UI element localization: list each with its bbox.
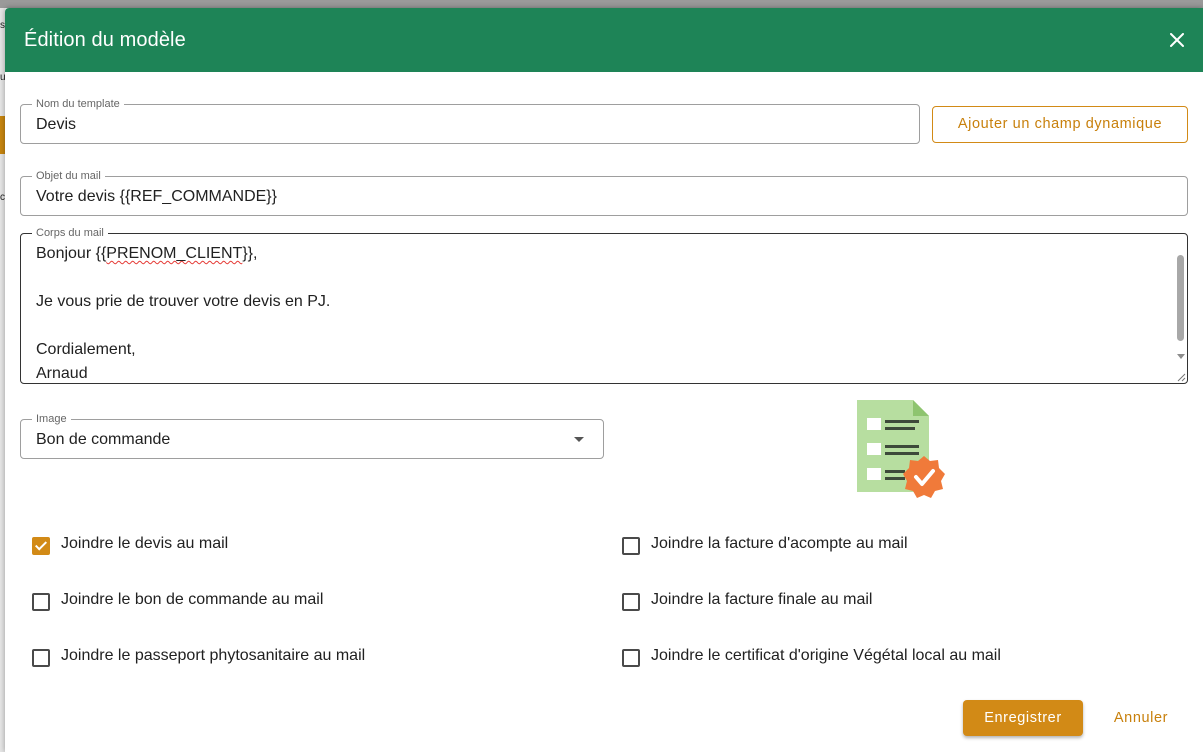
save-button[interactable]: Enregistrer [963, 700, 1083, 736]
textarea-scrollbar-thumb[interactable] [1177, 255, 1184, 341]
add-dynamic-field-button[interactable]: Ajouter un champ dynamique [932, 106, 1188, 143]
mail-subject-value: Votre devis {{REF_COMMANDE}} [36, 188, 277, 205]
mail-body-line: Je vous prie de trouver votre devis en P… [36, 293, 331, 310]
close-button[interactable] [1161, 24, 1193, 56]
attach-order-form-label: Joindre le bon de commande au mail [61, 591, 324, 608]
image-select[interactable]: Image Bon de commande [20, 412, 604, 459]
mail-body-label: Corps du mail [32, 226, 108, 240]
image-select-label: Image [32, 412, 71, 426]
checkbox-unchecked-icon [622, 593, 640, 611]
attach-phyto-passport-label: Joindre le passeport phytosanitaire au m… [61, 647, 366, 664]
attach-deposit-invoice-label: Joindre la facture d'acompte au mail [651, 535, 908, 552]
misspelled-token: PRENOM_CLIENT [106, 245, 243, 262]
close-icon [1170, 33, 1184, 47]
mail-body-line [36, 316, 330, 340]
resize-handle-icon[interactable] [1175, 371, 1186, 382]
checkbox-checked-icon [32, 537, 50, 555]
checkbox-unchecked-icon [32, 649, 50, 667]
mail-body-text: Bonjour {{ [36, 245, 107, 262]
mail-body-line: Bonjour {{PRENOM_CLIENT}}, [36, 244, 330, 268]
template-name-field[interactable]: Nom du template Devis [20, 97, 920, 144]
template-name-value: Devis [36, 116, 77, 133]
mail-body-line [36, 268, 330, 292]
dropdown-arrow-icon [574, 437, 584, 442]
template-name-label: Nom du template [32, 97, 124, 111]
mail-body-line: Cordialement, [36, 341, 136, 358]
order-document-check-icon [857, 400, 945, 498]
mail-body-textarea[interactable]: Corps du mail Bonjour {{PRENOM_CLIENT}},… [20, 226, 1188, 384]
checkbox-unchecked-icon [622, 649, 640, 667]
cancel-button[interactable]: Annuler [1100, 700, 1182, 736]
mail-body-text: }}, [242, 245, 258, 262]
mail-subject-label: Objet du mail [32, 169, 105, 183]
edit-template-dialog: Édition du modèle Nom du template Devis … [5, 8, 1203, 752]
image-select-value: Bon de commande [36, 431, 171, 448]
mail-body-content: Bonjour {{PRENOM_CLIENT}}, Je vous prie … [36, 244, 330, 388]
dialog-header: Édition du modèle [5, 8, 1203, 72]
mail-subject-field[interactable]: Objet du mail Votre devis {{REF_COMMANDE… [20, 169, 1188, 216]
checkbox-unchecked-icon [32, 593, 50, 611]
attach-local-certificate-label: Joindre le certificat d'origine Végétal … [651, 647, 1001, 664]
checkbox-unchecked-icon [622, 537, 640, 555]
mail-body-line: Arnaud [36, 365, 88, 382]
dialog-title: Édition du modèle [24, 29, 186, 51]
attach-quote-label: Joindre le devis au mail [61, 535, 229, 552]
attach-final-invoice-label: Joindre la facture finale au mail [651, 591, 873, 608]
scroll-down-icon[interactable] [1177, 354, 1185, 359]
background-top-strip [0, 0, 1203, 8]
